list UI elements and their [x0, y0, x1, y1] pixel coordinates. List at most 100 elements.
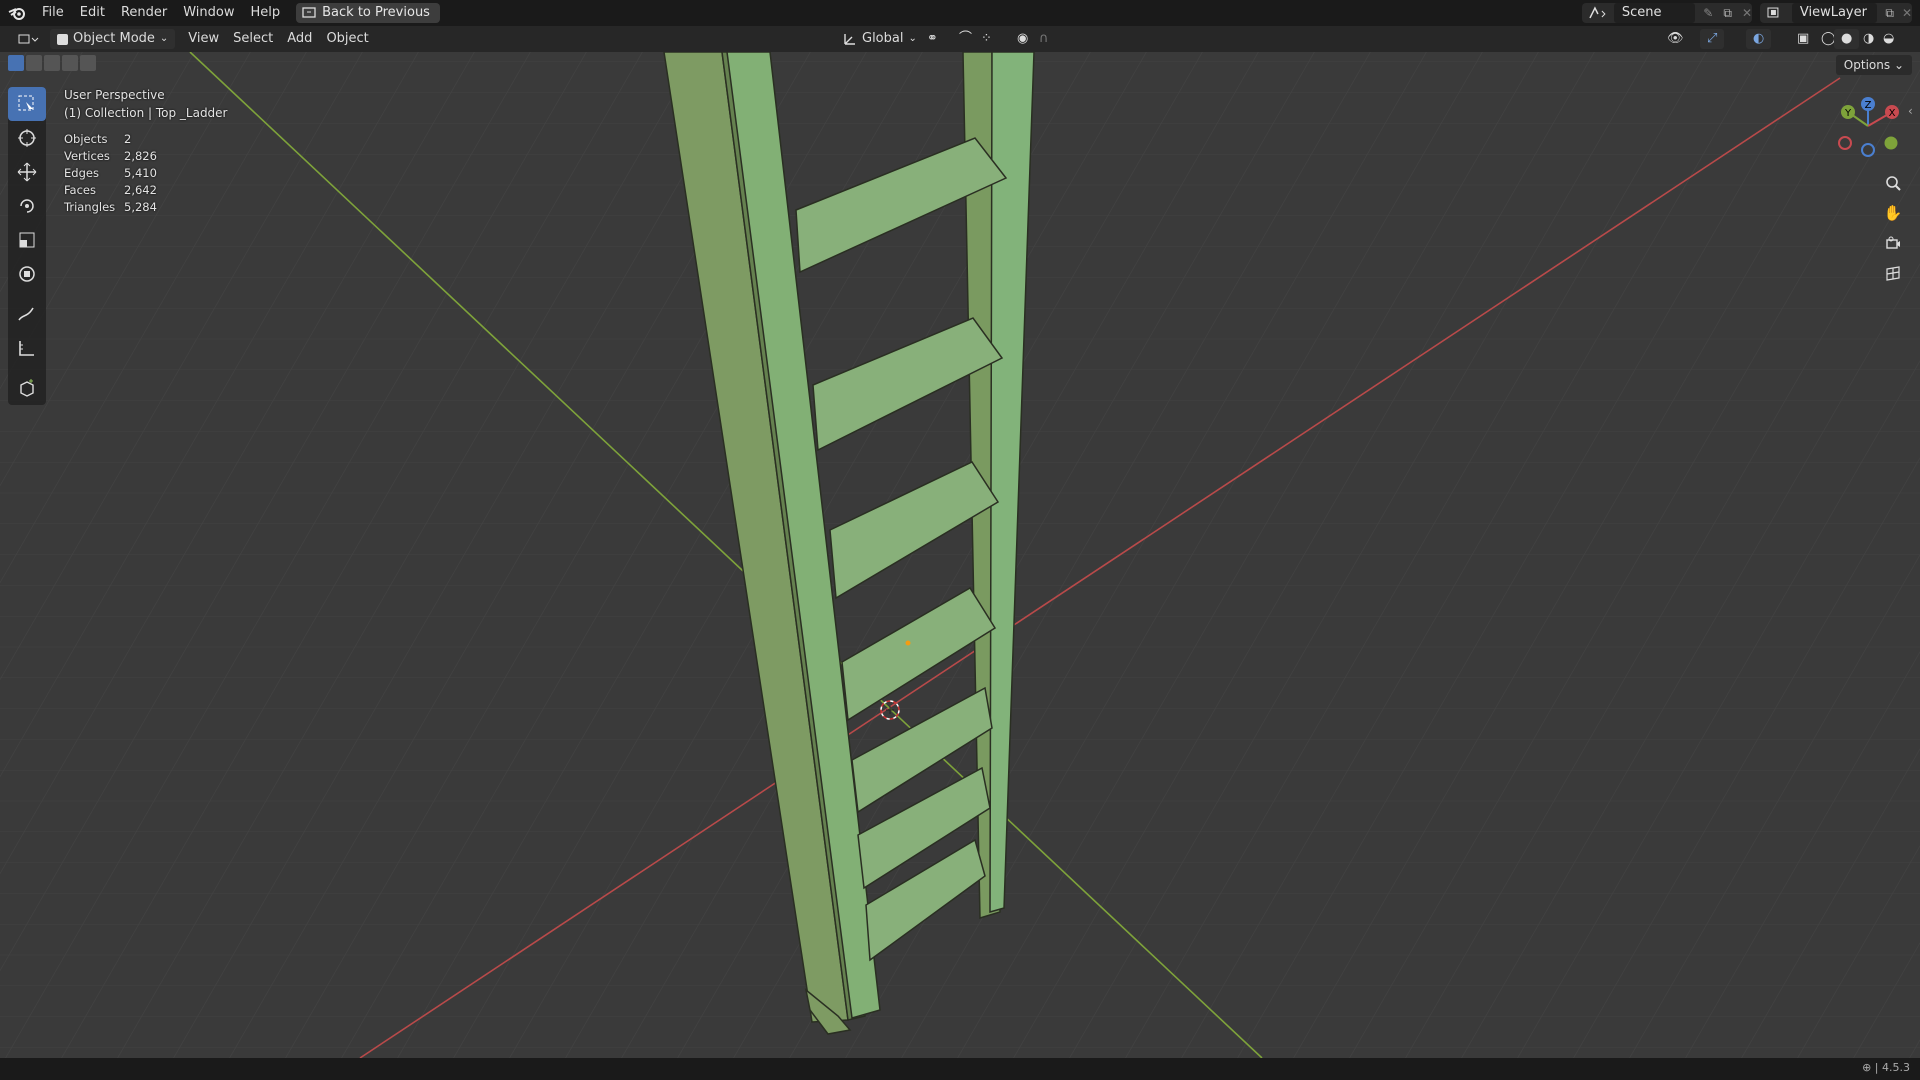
move-tool[interactable]: [8, 155, 46, 189]
editor-type-icon: [18, 34, 39, 44]
xray-toggle-icon[interactable]: ▣: [1790, 29, 1816, 49]
viewlayer-icon: [1767, 7, 1779, 18]
rendered-shading-icon[interactable]: ◒: [1876, 29, 1901, 49]
menu-add[interactable]: Add: [280, 29, 319, 49]
add-cube-icon: [20, 379, 34, 397]
transform-orientation-dropdown[interactable]: Global ⌄: [836, 29, 924, 49]
3d-viewport[interactable]: [0, 52, 1920, 1058]
select-extend-icon[interactable]: [26, 55, 42, 71]
zoom-button[interactable]: [1880, 170, 1906, 196]
zoom-icon: [1886, 176, 1901, 191]
select-box-icon: [18, 95, 34, 111]
navigation-gizmo[interactable]: Z X Y: [1830, 94, 1910, 164]
viewlayer-name[interactable]: ViewLayer: [1791, 3, 1878, 23]
scale-icon: [19, 232, 35, 248]
back-to-previous-button[interactable]: Back to Previous: [296, 3, 440, 23]
version-label: ⊕ | 4.5.3: [1862, 1061, 1910, 1074]
viewlayer-selector[interactable]: ViewLayer ⧉ ✕: [1760, 3, 1912, 23]
viewport-scene: [0, 52, 1920, 1058]
back-to-previous-label: Back to Previous: [322, 5, 430, 20]
menu-view[interactable]: View: [181, 29, 226, 49]
stat-row: Faces 2,642: [64, 183, 157, 197]
pan-button[interactable]: ✋: [1880, 200, 1906, 226]
select-box-tool[interactable]: [8, 87, 46, 121]
stat-row: Objects 2: [64, 132, 132, 146]
cursor-icon: [18, 129, 36, 147]
menu-select[interactable]: Select: [226, 29, 280, 49]
visibility-icon[interactable]: 👁: [1660, 29, 1691, 49]
cursor-tool[interactable]: [8, 121, 46, 155]
top-menu-bar: File Edit Render Window Help Back to Pre…: [0, 0, 1920, 26]
gizmo-z-label: Z: [1865, 100, 1872, 111]
ortho-toggle-button[interactable]: [1880, 260, 1906, 286]
select-intersect-icon[interactable]: [80, 55, 96, 71]
pivot-point-icon[interactable]: ⚭: [920, 29, 945, 49]
object-origin: [905, 640, 911, 646]
camera-icon: [1886, 236, 1900, 249]
blender-logo-icon[interactable]: [0, 5, 34, 21]
orientation-icon: [844, 34, 855, 45]
rotate-tool[interactable]: [8, 189, 46, 223]
transform-tool[interactable]: [8, 257, 46, 291]
scene-icon: [1589, 6, 1606, 19]
move-icon: [17, 162, 37, 182]
measure-icon: [19, 341, 34, 356]
annotate-tool[interactable]: [8, 297, 46, 331]
chevron-down-icon: ⌄: [159, 33, 169, 44]
mode-dropdown[interactable]: Object Mode ⌄: [50, 29, 176, 49]
new-viewlayer-icon[interactable]: ⧉: [1885, 6, 1894, 21]
annotate-icon: [18, 307, 34, 321]
menu-window[interactable]: Window: [175, 0, 242, 26]
orientation-label: Global: [862, 31, 904, 46]
viewport-info: User Perspective (1) Collection | Top _L…: [64, 86, 228, 122]
falloff-icon[interactable]: ∩: [1032, 29, 1056, 49]
transform-icon: [19, 266, 35, 282]
rotate-icon: [20, 199, 34, 213]
add-cube-tool[interactable]: [8, 371, 46, 405]
camera-view-button[interactable]: [1880, 230, 1906, 256]
stat-row: Triangles 5,284: [64, 200, 157, 214]
selection-mode-group: [8, 55, 96, 71]
status-bar: ⊕ | 4.5.3: [0, 1058, 1920, 1080]
menu-edit[interactable]: Edit: [72, 0, 113, 26]
perspective-label: User Perspective: [64, 88, 165, 102]
editor-type-button[interactable]: [10, 29, 46, 49]
delete-scene-icon[interactable]: ✕: [1742, 6, 1752, 20]
options-label: Options: [1843, 58, 1891, 72]
select-difference-icon[interactable]: [62, 55, 78, 71]
scene-selector[interactable]: Scene ✎ ⧉ ✕: [1582, 3, 1752, 23]
overlays-toggle-icon[interactable]: ◐: [1746, 29, 1772, 49]
gizmo-toggle-icon[interactable]: ⤢: [1700, 29, 1725, 49]
mode-label: Object Mode: [73, 31, 155, 46]
new-scene-icon[interactable]: ⧉: [1723, 6, 1732, 21]
menu-render[interactable]: Render: [113, 0, 175, 26]
screen-icon: [302, 7, 316, 18]
delete-viewlayer-icon[interactable]: ✕: [1902, 6, 1912, 20]
menu-file[interactable]: File: [34, 0, 72, 26]
select-subtract-icon[interactable]: [44, 55, 60, 71]
object-mode-icon: [57, 33, 68, 45]
stat-row: Edges 5,410: [64, 166, 157, 180]
pin-icon[interactable]: ✎: [1703, 6, 1713, 20]
tool-shelf: [8, 87, 46, 405]
hand-icon: ✋: [1883, 204, 1903, 222]
gizmo-y-label: Y: [1844, 108, 1852, 119]
scene-statistics: Objects 2 Vertices 2,826 Edges 5,410 Faces 2…: [64, 131, 157, 216]
grid-icon: [1886, 266, 1900, 281]
options-dropdown[interactable]: Options ⌄: [1835, 55, 1912, 75]
measure-tool[interactable]: [8, 331, 46, 365]
viewport-header: Object Mode ⌄ View Select Add Object Glo…: [0, 26, 1920, 52]
scene-name[interactable]: Scene: [1613, 3, 1696, 23]
select-new-icon[interactable]: [8, 55, 24, 71]
gizmo-x-label: X: [1889, 108, 1896, 119]
chevron-down-icon: ⌄: [1893, 58, 1904, 72]
collection-label: (1) Collection | Top _Ladder: [64, 106, 228, 120]
stat-row: Vertices 2,826: [64, 149, 157, 163]
chevron-down-icon: ⌄: [908, 33, 917, 44]
collapse-sidebar-icon[interactable]: ‹: [1908, 104, 1913, 118]
scale-tool[interactable]: [8, 223, 46, 257]
menu-help[interactable]: Help: [243, 0, 289, 26]
snap-target-icon[interactable]: ⁘: [974, 29, 999, 49]
network-icon: ⊕: [1862, 1061, 1872, 1074]
menu-object[interactable]: Object: [319, 29, 375, 49]
